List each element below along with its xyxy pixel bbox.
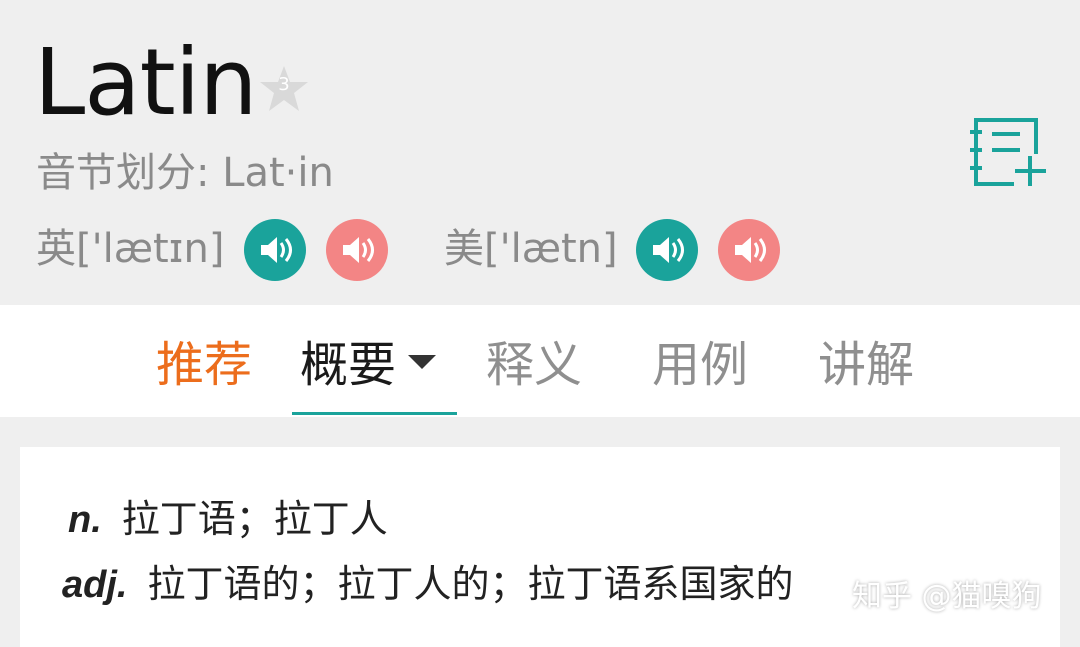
watermark: 知乎 @猫嗅狗 xyxy=(852,579,1042,614)
uk-speaker-icon[interactable] xyxy=(244,219,306,281)
definition-noun: n. 拉丁语；拉丁人 xyxy=(68,493,388,546)
definition-text: 拉丁语的；拉丁人的；拉丁语系国家的 xyxy=(147,562,794,606)
us-speaker-icon[interactable] xyxy=(636,219,698,281)
tab-explanation[interactable]: 讲解 xyxy=(818,335,914,395)
tab-bar: 推荐 概要 释义 用例 讲解 xyxy=(0,305,1080,417)
caret-down-icon xyxy=(408,355,437,369)
tab-examples[interactable]: 用例 xyxy=(652,335,748,395)
uk-speaker-alt-icon[interactable] xyxy=(326,219,388,281)
uk-phonetic: 英['lætɪn] xyxy=(36,226,225,272)
headword: Latin xyxy=(34,29,258,136)
tab-recommend[interactable]: 推荐 xyxy=(156,335,252,395)
pos-label: n. xyxy=(68,499,102,541)
us-speaker-alt-icon[interactable] xyxy=(718,219,780,281)
active-tab-indicator xyxy=(292,412,457,415)
star-level: 3 xyxy=(278,74,290,95)
tab-overview[interactable]: 概要 xyxy=(300,335,437,395)
us-phonetic: 美['lætn] xyxy=(444,226,618,272)
tab-overview-label: 概要 xyxy=(300,337,397,393)
definition-adjective: adj. 拉丁语的；拉丁人的；拉丁语系国家的 xyxy=(62,558,793,611)
syllable-division: 音节划分: Lat·in xyxy=(36,150,334,196)
add-to-wordbook-icon[interactable] xyxy=(968,116,1048,190)
word-header: Latin 3 音节划分: Lat·in 英['lætɪn] 美['lætn] xyxy=(0,0,1080,305)
star-icon[interactable]: 3 xyxy=(258,64,310,114)
pos-label: adj. xyxy=(62,564,128,606)
definition-text: 拉丁语；拉丁人 xyxy=(121,497,388,541)
tab-definitions[interactable]: 释义 xyxy=(486,335,582,395)
